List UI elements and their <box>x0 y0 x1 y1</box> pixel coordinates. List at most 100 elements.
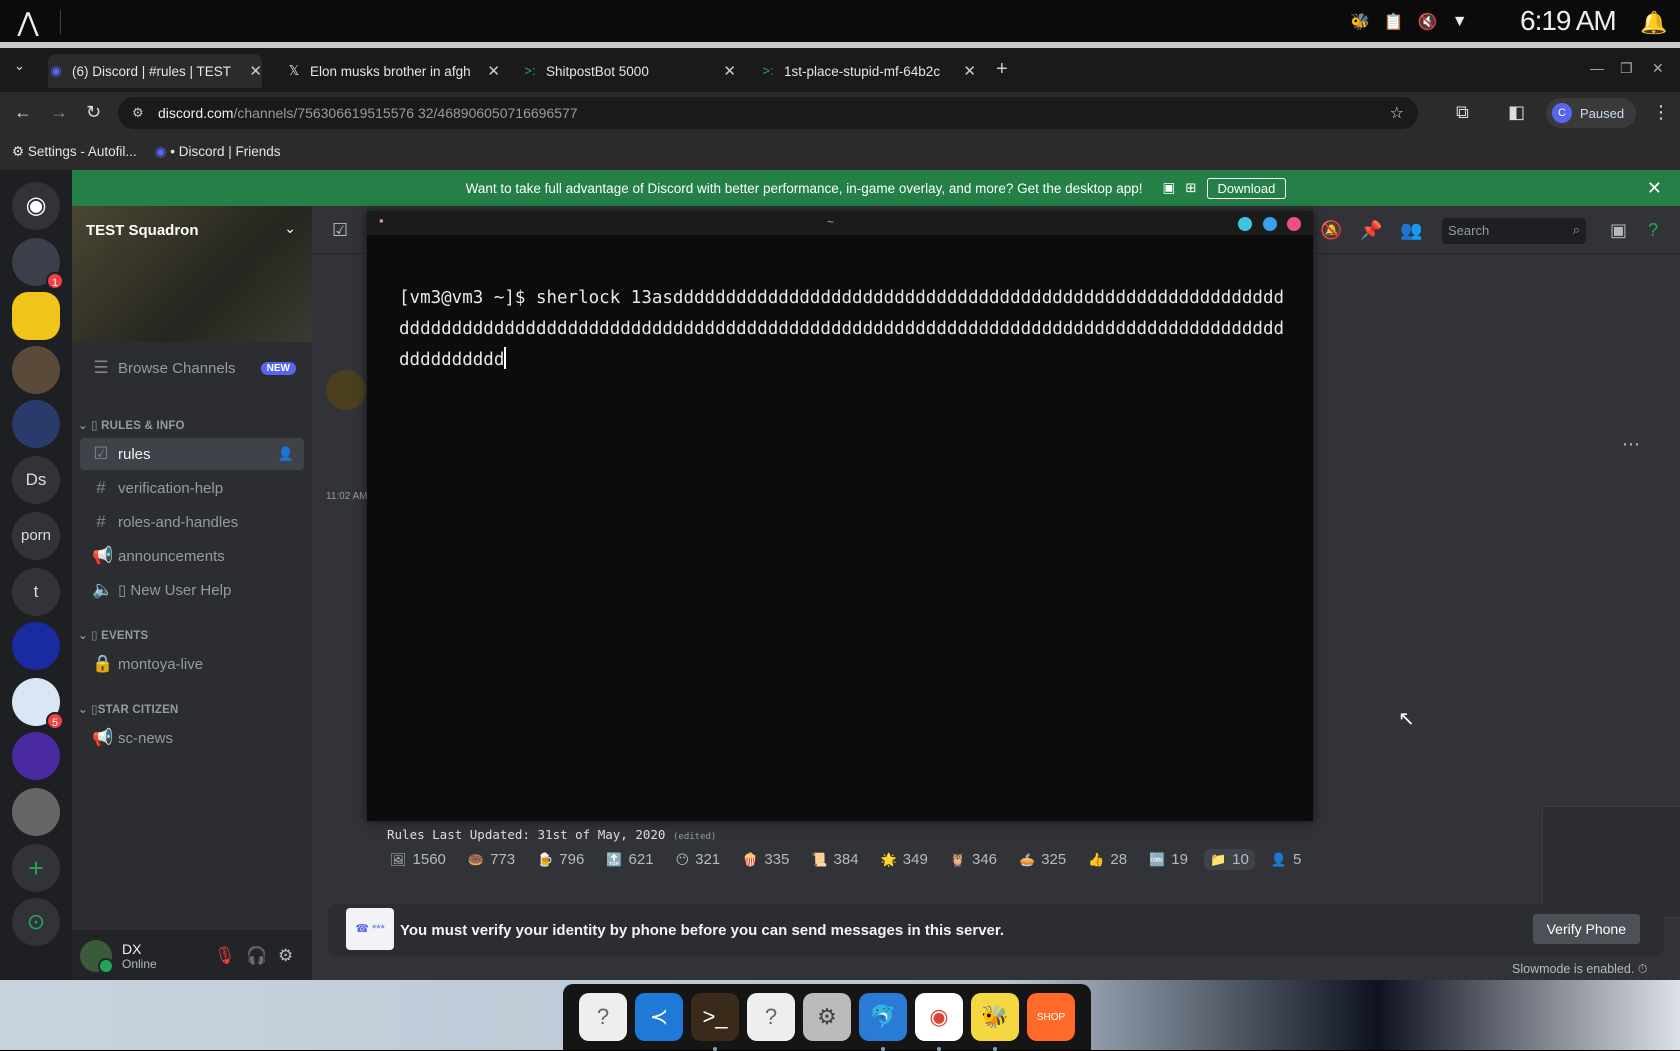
verify-phone-button[interactable]: Verify Phone <box>1532 914 1640 944</box>
chevron-down-icon[interactable]: ⌄ <box>284 220 296 237</box>
search-input[interactable]: Search ⌕ <box>1442 218 1586 244</box>
clipboard-tray-icon[interactable]: 📋 <box>1384 12 1404 32</box>
arch-logo-icon[interactable]: ⋀ <box>12 8 44 36</box>
browse-channels[interactable]: ☰ Browse Channels NEW <box>80 352 304 384</box>
reaction[interactable]: 🍩 773 <box>462 849 521 870</box>
avatar[interactable] <box>80 940 114 974</box>
forward-icon[interactable]: → <box>50 102 68 123</box>
tab-github[interactable]: >: 1st-place-stupid-mf-64b2c ✕ <box>760 54 976 88</box>
side-panel-icon[interactable]: ◧ <box>1508 102 1525 123</box>
channel-roles-and-handles[interactable]: # roles-and-handles <box>80 506 304 538</box>
bookmark-item[interactable]: ⚙ Settings - Autofil... <box>12 144 137 160</box>
tab-x-post[interactable]: 𝕏 Elon musks brother in afgh ✕ <box>286 54 500 88</box>
close-tab-icon[interactable]: ✕ <box>723 62 736 80</box>
server-icon[interactable]: 1 <box>12 238 64 290</box>
bee-app-icon[interactable]: 🐝 <box>971 993 1019 1051</box>
discord-home-icon[interactable]: ◉ <box>12 182 60 230</box>
channel-montoya-live[interactable]: 🔒 montoya-live <box>80 648 304 680</box>
pin-icon[interactable]: 📌 <box>1360 220 1382 241</box>
server-icon-porn[interactable]: porn <box>12 512 60 560</box>
close-tab-icon[interactable]: ✕ <box>487 62 500 80</box>
reaction[interactable]: 🦉 346 <box>944 849 1003 870</box>
reaction[interactable]: 🌟 349 <box>875 849 934 870</box>
chrome-icon[interactable]: ◉ <box>915 993 963 1051</box>
download-button[interactable]: Download <box>1206 177 1287 199</box>
terminal-app-icon[interactable]: >_ <box>691 993 739 1051</box>
mic-muted-icon[interactable]: 🎙 <box>214 946 236 966</box>
close-dot-icon[interactable] <box>1287 217 1301 231</box>
channel-verification-help[interactable]: # verification-help <box>80 472 304 504</box>
minimize-dot-icon[interactable] <box>1238 217 1252 231</box>
headphones-icon[interactable]: 🎧 <box>246 946 267 966</box>
server-icon[interactable] <box>12 732 60 780</box>
bookmark-item[interactable]: ◉ • Discord | Friends <box>155 144 281 160</box>
mute-notifications-icon[interactable]: 🔕 <box>1320 220 1342 241</box>
unknown-app-icon[interactable]: ? <box>747 993 795 1041</box>
bookmark-star-icon[interactable]: ☆ <box>1390 103 1404 123</box>
settings-gear-icon[interactable]: ⚙ <box>803 993 851 1041</box>
server-icon-test-squadron[interactable] <box>12 292 60 340</box>
channel-rules[interactable]: ☑ rules 👤 <box>80 438 304 470</box>
server-icon-t[interactable]: t <box>12 568 60 616</box>
terminal-window[interactable]: ▪ ~ [vm3@vm3 ~]$ sherlock 13asdddddddddd… <box>367 211 1313 821</box>
explore-servers-icon[interactable]: ⊙ <box>12 898 60 946</box>
add-server-icon[interactable]: + <box>12 844 60 892</box>
reaction[interactable]: 📁 10 <box>1203 849 1255 870</box>
tray-dropdown-icon[interactable]: ▼ <box>1452 13 1468 31</box>
notifications-bell-icon[interactable]: 🔔 <box>1640 10 1667 36</box>
member-list-icon[interactable]: 👥 <box>1400 220 1422 241</box>
bee-tray-icon[interactable]: 🐝 <box>1350 12 1370 32</box>
channel-sc-news[interactable]: 📢 sc-news <box>80 722 304 754</box>
menu-kebab-icon[interactable]: ⋮ <box>1652 102 1670 123</box>
server-header[interactable]: TEST Squadron ⌄ <box>72 206 312 342</box>
server-icon-ds[interactable]: Ds <box>12 456 60 504</box>
category-star-citizen[interactable]: ⌄ ▯STAR CITIZEN <box>78 702 179 716</box>
reaction[interactable]: 🖼 1560 <box>384 849 452 870</box>
close-tab-icon[interactable]: ✕ <box>249 62 262 80</box>
inbox-icon[interactable]: ▣ <box>1610 220 1627 241</box>
gear-icon[interactable]: ⚙ <box>278 946 293 966</box>
channel-announcements[interactable]: 📢 announcements <box>80 540 304 572</box>
shop-app-icon[interactable]: SHOP <box>1027 993 1075 1041</box>
maximize-dot-icon[interactable] <box>1263 217 1277 231</box>
invite-icon[interactable]: 👤 <box>278 446 294 462</box>
avatar[interactable] <box>326 370 366 410</box>
extensions-icon[interactable]: ⧉ <box>1456 102 1469 123</box>
restore-icon[interactable]: ❐ <box>1620 60 1633 77</box>
channel-new-user-help[interactable]: 🔈 ▯ New User Help <box>80 574 304 606</box>
tab-discord[interactable]: ◉ (6) Discord | #rules | TEST ✕ <box>48 54 262 88</box>
reaction[interactable]: 👍 28 <box>1082 849 1133 870</box>
server-icon[interactable]: 5 <box>12 678 64 730</box>
terminal-output[interactable]: [vm3@vm3 ~]$ sherlock 13asdddddddddddddd… <box>399 283 1285 376</box>
url-bar[interactable]: ⚙ discord.com/channels/756306619515576 3… <box>118 97 1418 129</box>
more-options-icon[interactable]: ⋯ <box>1622 434 1640 455</box>
unknown-app-icon[interactable]: ? <box>579 993 627 1041</box>
tab-shitpostbot[interactable]: >: ShitpostBot 5000 ✕ <box>522 54 736 88</box>
close-banner-icon[interactable]: ✕ <box>1647 178 1662 199</box>
site-info-icon[interactable]: ⚙ <box>132 105 144 121</box>
reaction[interactable]: 🔝 621 <box>600 849 659 870</box>
new-tab-button[interactable]: + <box>996 58 1008 81</box>
reload-icon[interactable]: ↻ <box>86 102 101 123</box>
reaction[interactable]: 🥧 325 <box>1013 849 1072 870</box>
reaction[interactable]: 😶 321 <box>670 849 727 870</box>
category-events[interactable]: ⌄ ▯ EVENTS <box>78 628 148 642</box>
dolphin-icon[interactable]: 🐬 <box>859 993 907 1051</box>
server-icon[interactable] <box>12 400 60 448</box>
help-icon[interactable]: ? <box>1648 220 1658 241</box>
close-tab-icon[interactable]: ✕ <box>963 62 976 80</box>
back-icon[interactable]: ← <box>14 102 32 123</box>
volume-muted-icon[interactable]: 🔇 <box>1418 12 1438 32</box>
category-rules-info[interactable]: ⌄ ▯ RULES & INFO <box>78 418 185 432</box>
reaction[interactable]: 🆒 19 <box>1143 849 1194 870</box>
tab-search-icon[interactable]: ⌄ <box>14 58 25 74</box>
close-window-icon[interactable]: ✕ <box>1652 60 1664 77</box>
reaction[interactable]: 📜 384 <box>805 849 864 870</box>
minimize-icon[interactable]: — <box>1590 60 1604 76</box>
profile-button[interactable]: C Paused <box>1546 98 1637 128</box>
reaction[interactable]: 🍿 335 <box>736 849 795 870</box>
terminal-titlebar[interactable] <box>367 211 1313 235</box>
server-icon[interactable] <box>12 788 60 836</box>
reaction[interactable]: 👤 5 <box>1265 849 1308 870</box>
reaction[interactable]: 🍺 796 <box>531 849 590 870</box>
